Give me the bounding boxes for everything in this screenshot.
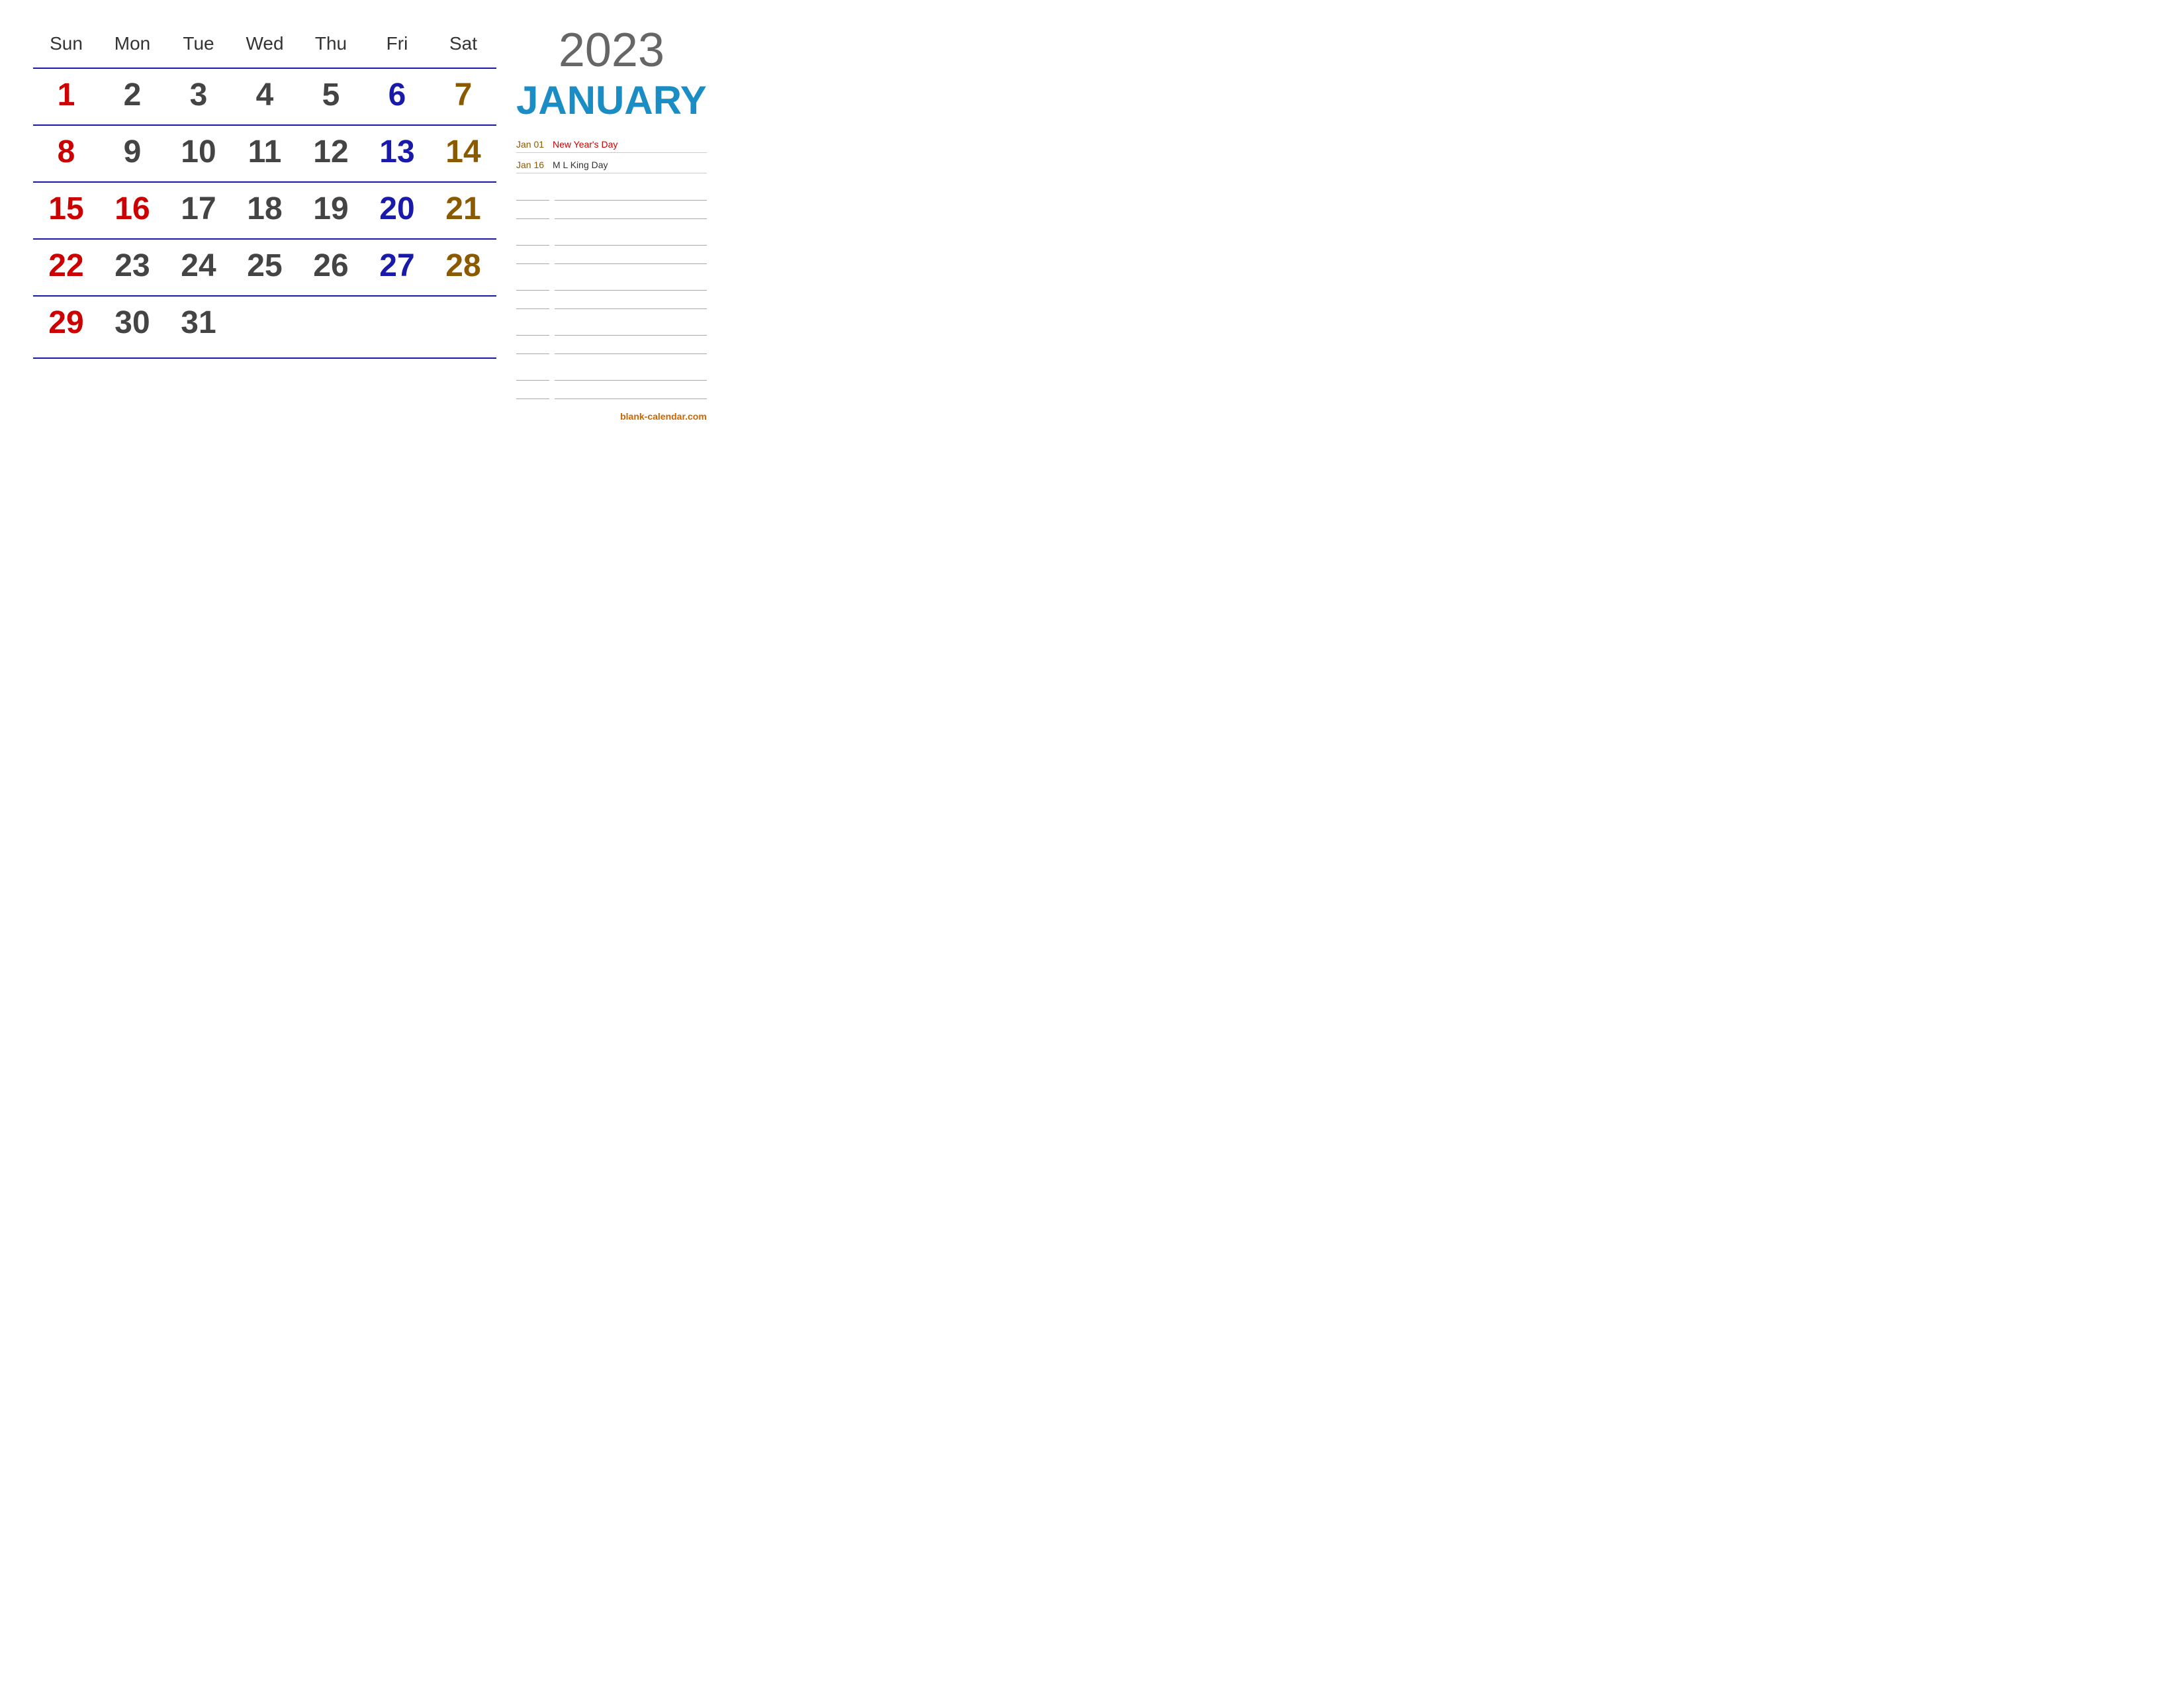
calendar-left: Sun Mon Tue Wed Thu Fri Sat 1 2 3 4 5 6 … [33,26,510,422]
notes-row-3b [516,296,707,309]
day-25: 25 [232,245,298,287]
bottom-line-row [33,357,496,384]
notes-row-2b [516,251,707,264]
day-28: 28 [430,245,496,287]
week-2: 8 9 10 11 12 13 14 [33,124,496,181]
notes-date-5b [516,386,549,399]
day-26: 26 [298,245,364,287]
day-11: 11 [232,131,298,173]
notes-date-2 [516,232,549,246]
day-7: 7 [430,74,496,117]
notes-line-3 [555,277,707,291]
day-10: 10 [165,131,232,173]
notes-line-2b [555,251,707,264]
holidays-section: Jan 01 New Year's Day Jan 16 M L King Da… [516,136,707,177]
calendar-grid: 1 2 3 4 5 6 7 8 9 10 11 12 13 14 15 [33,68,496,352]
header-mon: Mon [99,26,165,61]
day-14: 14 [430,131,496,173]
notes-date-2b [516,251,549,264]
week-5: 29 30 31 [33,295,496,352]
bottom-line-4 [232,364,298,384]
day-16: 16 [99,188,165,230]
notes-line-2 [555,232,707,246]
month-display: JANUARY [516,77,707,123]
notes-date-3b [516,296,549,309]
holiday-name-2: M L King Day [553,160,608,170]
notes-line-1b [555,206,707,219]
holiday-date-2: Jan 16 [516,160,546,170]
bottom-line-7 [430,364,496,384]
header-sun: Sun [33,26,99,61]
notes-row-2 [516,232,707,246]
notes-row-4b [516,341,707,354]
day-18: 18 [232,188,298,230]
day-13: 13 [364,131,430,173]
header-wed: Wed [232,26,298,61]
notes-row-5 [516,367,707,381]
year-display: 2023 [516,26,707,74]
holiday-row-1: Jan 01 New Year's Day [516,136,707,153]
holiday-date-1: Jan 01 [516,139,546,150]
holiday-row-2: Jan 16 M L King Day [516,157,707,173]
notes-date-3 [516,277,549,291]
header-thu: Thu [298,26,364,61]
watermark: blank-calendar.com [516,411,707,422]
day-12: 12 [298,131,364,173]
notes-date-1b [516,206,549,219]
day-27: 27 [364,245,430,287]
notes-row-1 [516,187,707,201]
notes-row-1b [516,206,707,219]
day-24: 24 [165,245,232,287]
day-8: 8 [33,131,99,173]
notes-line-5 [555,367,707,381]
day-1: 1 [33,74,99,117]
notes-date-5 [516,367,549,381]
notes-line-4b [555,341,707,354]
bottom-line-5 [298,364,364,384]
day-15: 15 [33,188,99,230]
day-3: 3 [165,74,232,117]
notes-row-5b [516,386,707,399]
day-2: 2 [99,74,165,117]
bottom-line-3 [165,364,232,384]
bottom-line-6 [364,364,430,384]
holiday-name-1: New Year's Day [553,139,617,150]
notes-date-1 [516,187,549,201]
notes-date-4b [516,341,549,354]
week-1: 1 2 3 4 5 6 7 [33,68,496,124]
bottom-line-1 [33,364,99,384]
day-5: 5 [298,74,364,117]
day-22: 22 [33,245,99,287]
bottom-line-2 [99,364,165,384]
notes-line-3b [555,296,707,309]
notes-row-3 [516,277,707,291]
day-29: 29 [33,302,99,344]
day-19: 19 [298,188,364,230]
header-tue: Tue [165,26,232,61]
day-4: 4 [232,74,298,117]
notes-row-4 [516,322,707,336]
day-17: 17 [165,188,232,230]
header-sat: Sat [430,26,496,61]
week-4: 22 23 24 25 26 27 28 [33,238,496,295]
week-3: 15 16 17 18 19 20 21 [33,181,496,238]
notes-line-5b [555,386,707,399]
day-9: 9 [99,131,165,173]
day-headers: Sun Mon Tue Wed Thu Fri Sat [33,26,496,61]
day-20: 20 [364,188,430,230]
notes-date-4 [516,322,549,336]
day-6: 6 [364,74,430,117]
header-fri: Fri [364,26,430,61]
day-23: 23 [99,245,165,287]
day-30: 30 [99,302,165,344]
notes-section: blank-calendar.com [516,187,707,422]
notes-line-1 [555,187,707,201]
notes-line-4 [555,322,707,336]
calendar-right: 2023 JANUARY Jan 01 New Year's Day Jan 1… [510,26,707,422]
day-31: 31 [165,302,232,344]
day-21: 21 [430,188,496,230]
calendar-container: Sun Mon Tue Wed Thu Fri Sat 1 2 3 4 5 6 … [33,26,695,422]
